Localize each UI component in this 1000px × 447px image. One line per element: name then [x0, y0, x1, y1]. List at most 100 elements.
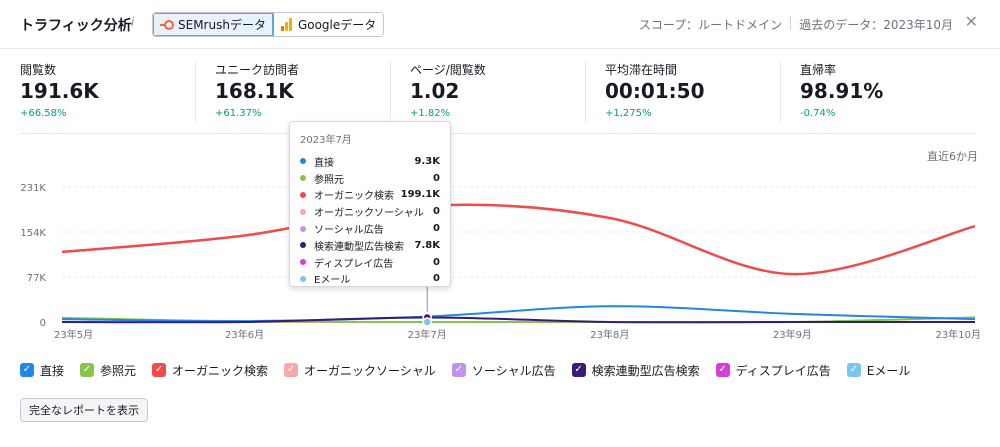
metric-label: 直帰率 [800, 63, 837, 77]
x-tick-label: 23年10月 [936, 328, 981, 341]
metric-delta: -0.74% [800, 108, 836, 119]
metric-divider [780, 61, 781, 123]
chart-legend: ✓ 直接 ✓ 参照元 ✓ オーガニック検索 ✓ オーガニックソーシャル ✓ ソーシャル広告 ✓ 検索連… [20, 361, 910, 379]
checkbox-checked-icon[interactable]: ✓ [80, 363, 95, 377]
semrush-logo-icon [160, 19, 174, 30]
tooltip-row: オーガニック検索 199.1K [300, 187, 440, 204]
tooltip-series-name: 参照元 [314, 174, 344, 186]
info-icon[interactable]: i [131, 15, 134, 29]
legend-item[interactable]: ✓ 参照元 [80, 361, 136, 379]
legend-label: 直接 [40, 363, 65, 378]
series-dot-icon [300, 242, 306, 249]
checkbox-checked-icon[interactable]: ✓ [846, 363, 861, 377]
traffic-analysis-widget: トラフィック分析 i SEMrushデータ Googleデータ スコープ：ルート… [0, 0, 1000, 447]
metric-value: 98.91% [800, 79, 884, 103]
metric-label: 閲覧数 [20, 63, 57, 77]
metric-delta: +66.58% [20, 108, 67, 119]
metric-label: ページ/閲覧数 [410, 63, 486, 77]
metric-divider [195, 61, 196, 123]
tooltip-rows: 直接 9.3K 参照元 0 オーガニック検索 199.1K オーガニックソーシャル 0 ソーシャ… [300, 153, 440, 287]
google-data-label: Googleデータ [297, 18, 377, 32]
y-tick-label: 77K [27, 273, 47, 284]
tooltip-title: 2023年7月 [300, 135, 352, 146]
y-tick-label: 154K [20, 228, 46, 239]
metric-divider [585, 61, 586, 123]
legend-label: 参照元 [100, 363, 137, 378]
tooltip-series-name: 直接 [314, 157, 334, 169]
metric-value: 191.6K [20, 79, 99, 103]
data-source-switch: SEMrushデータ Googleデータ [152, 12, 385, 37]
tooltip-series-value: 0 [433, 273, 440, 285]
widget-title: トラフィック分析 [20, 18, 132, 34]
checkbox-checked-icon[interactable]: ✓ [715, 363, 730, 377]
x-tick-label: 23年6月 [225, 328, 264, 341]
close-icon[interactable]: ✕ [965, 12, 978, 31]
metric-value: 1.02 [410, 79, 460, 103]
series-dot-icon [300, 259, 306, 266]
legend-label: ディスプレイ広告 [735, 363, 831, 378]
tooltip-series-value: 199.1K [400, 189, 440, 201]
metric-label: ユニーク訪問者 [215, 63, 300, 77]
tooltip-series-value: 0 [433, 172, 440, 184]
chart-period-label: 直近6か月 [927, 150, 978, 163]
tooltip-series-value: 9.3K [414, 155, 440, 167]
hover-point [422, 317, 432, 327]
scope-info: スコープ：ルートドメイン 過去のデータ：2023年10月 [639, 16, 953, 33]
x-tick-label: 23年8月 [590, 328, 629, 341]
legend-item[interactable]: ✓ 直接 [20, 361, 64, 379]
full-report-button[interactable]: 完全なレポートを表示 [20, 398, 148, 422]
tooltip-row: ソーシャル広告 0 [300, 220, 440, 237]
metric-visits: 閲覧数 191.6K +66.58% [0, 61, 195, 129]
tooltip-series-value: 7.8K [414, 239, 440, 251]
checkbox-checked-icon[interactable]: ✓ [284, 363, 299, 377]
legend-item[interactable]: ✓ 検索連動型広告検索 [571, 361, 700, 379]
x-tick-label: 23年5月 [54, 328, 93, 341]
y-tick-label: 231K [20, 183, 46, 194]
semrush-data-label: SEMrushデータ [178, 18, 266, 32]
tooltip-series-name: ソーシャル広告 [314, 225, 384, 237]
metric-delta: +1.82% [410, 108, 451, 119]
legend-item[interactable]: ✓ ソーシャル広告 [451, 361, 556, 379]
x-tick-label: 23年7月 [408, 328, 447, 341]
scope-label: スコープ：ルートドメイン [638, 18, 783, 32]
legend-label: オーガニックソーシャル [304, 363, 436, 378]
traffic-line-chart: 0 77K 154K 231K 23年5月 23年6月 23年7月 23年8月 23年9月 23年… [20, 170, 981, 341]
tooltip-series-value: 0 [433, 206, 440, 218]
series-dot-icon [300, 208, 306, 215]
tooltip-series-value: 0 [433, 223, 440, 235]
legend-label: Eメール [866, 363, 911, 378]
legend-item[interactable]: ✓ ディスプレイ広告 [715, 361, 831, 379]
metric-value: 168.1K [215, 79, 294, 103]
metric-unique-visitors: ユニーク訪問者 168.1K +61.37% [195, 61, 390, 129]
legend-item[interactable]: ✓ オーガニックソーシャル [284, 361, 436, 379]
semrush-data-button[interactable]: SEMrushデータ [153, 13, 274, 36]
series-dot-icon [300, 175, 306, 182]
checkbox-checked-icon[interactable]: ✓ [20, 363, 34, 377]
chart-tooltip: 2023年7月 直接 9.3K 参照元 0 オーガニック検索 199.1K オーガニックソー… [289, 121, 451, 287]
series-dot-icon [300, 191, 306, 198]
metric-pages-per-visit: ページ/閲覧数 1.02 +1.82% [390, 61, 585, 129]
widget-header: トラフィック分析 i SEMrushデータ Googleデータ スコープ：ルート… [0, 0, 1000, 48]
metric-delta: +61.37% [215, 108, 262, 119]
metric-value: 00:01:50 [605, 79, 705, 103]
tooltip-row: 直接 9.3K [300, 153, 440, 170]
series-dot-icon [300, 225, 306, 232]
tooltip-series-name: ディスプレイ広告 [314, 258, 394, 270]
tooltip-row: ディスプレイ広告 0 [300, 254, 440, 271]
legend-item[interactable]: ✓ Eメール [846, 361, 911, 379]
legend-item[interactable]: ✓ オーガニック検索 [152, 361, 268, 379]
tooltip-series-name: Eメール [314, 275, 351, 287]
series-dot-icon [300, 275, 306, 282]
tooltip-row: Eメール 0 [300, 271, 440, 288]
metric-bounce-rate: 直帰率 98.91% -0.74% [780, 61, 975, 129]
tooltip-row: 検索連動型広告検索 7.8K [300, 237, 440, 254]
checkbox-checked-icon[interactable]: ✓ [451, 363, 466, 377]
checkbox-checked-icon[interactable]: ✓ [571, 363, 586, 377]
checkbox-checked-icon[interactable]: ✓ [152, 363, 167, 377]
metrics-divider [20, 133, 975, 134]
series-line [61, 203, 976, 276]
tooltip-row: オーガニックソーシャル 0 [300, 203, 440, 220]
google-data-button[interactable]: Googleデータ [273, 13, 384, 36]
metric-avg-duration: 平均滞在時間 00:01:50 +1,275% [585, 61, 780, 129]
tooltip-row: 参照元 0 [300, 170, 440, 187]
